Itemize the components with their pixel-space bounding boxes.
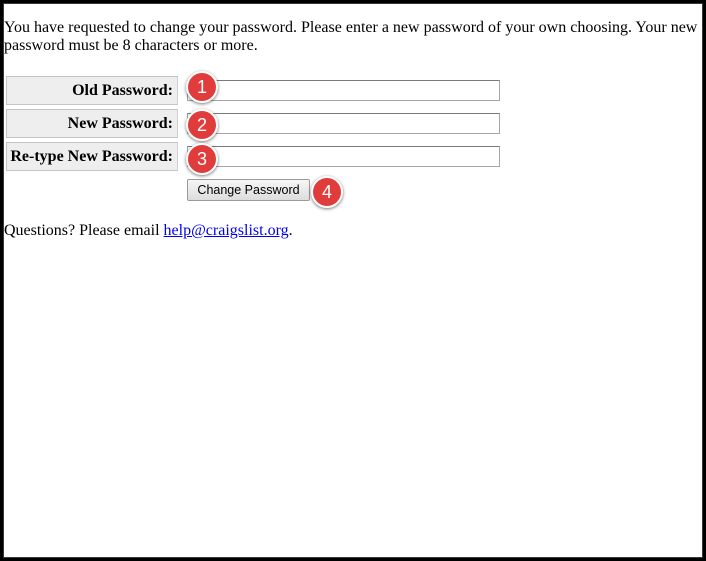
step-marker-4: 4 [311,176,343,208]
old-password-input[interactable] [187,80,500,101]
new-password-input[interactable] [187,113,500,134]
old-password-label: Old Password: [6,76,178,105]
retype-password-input[interactable] [187,146,500,167]
change-password-button[interactable]: Change Password [187,179,310,201]
questions-line: Questions? Please email help@craigslist.… [4,222,293,240]
questions-suffix: . [288,222,293,239]
step-marker-1: 1 [186,71,218,103]
new-password-label: New Password: [6,109,178,138]
intro-text: You have requested to change your passwo… [4,19,698,54]
retype-password-label: Re-type New Password: [6,142,178,171]
step-marker-3: 3 [186,143,218,175]
window-frame: You have requested to change your passwo… [0,0,706,561]
questions-prefix: Questions? Please email [4,222,164,239]
help-email-link[interactable]: help@craigslist.org [164,222,289,239]
step-marker-2: 2 [186,109,218,141]
